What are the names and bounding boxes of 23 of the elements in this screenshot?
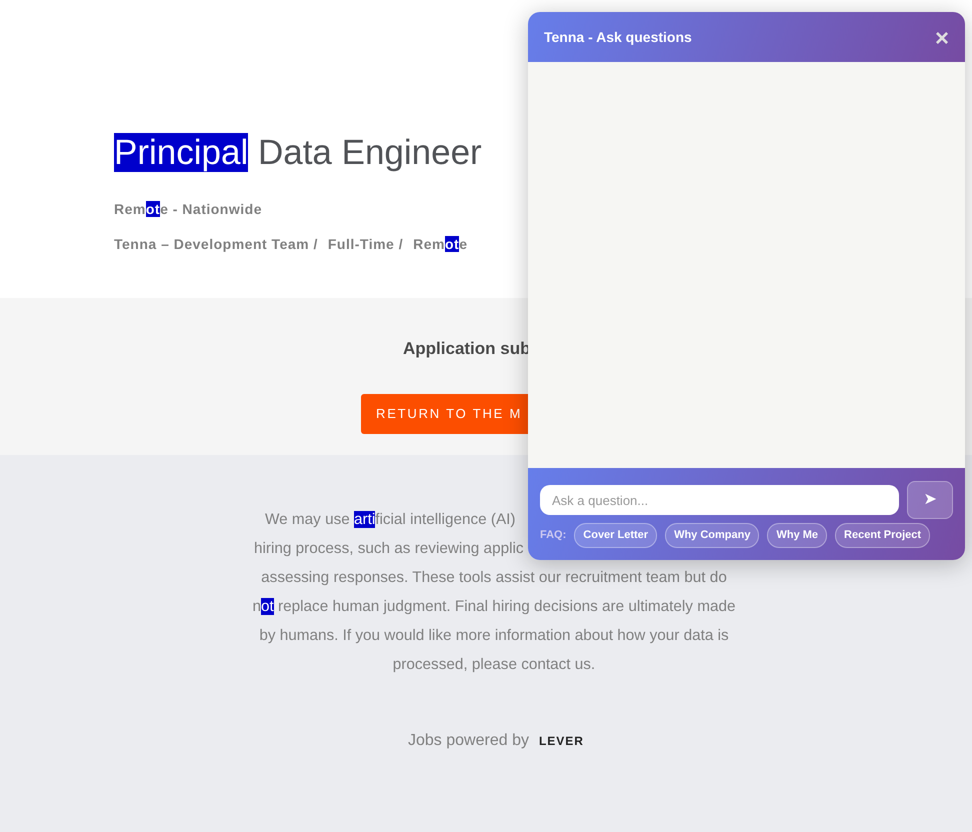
question-input[interactable]: Ask a question...	[540, 485, 900, 515]
faq-chip[interactable]: Why Me	[767, 523, 828, 548]
disclaimer-line: assessing responses. These tools assist our recruitment team but do	[260, 568, 728, 588]
category-text: Full-Time /	[328, 235, 404, 254]
disclaimer-line: by humans. If you would like more information about how your data is	[258, 626, 730, 646]
disclaimer-line: processed, please contact us.	[392, 655, 596, 675]
disclaimer-line: hiring process, such as reviewing applic	[253, 539, 524, 559]
category-text: Remote	[413, 235, 468, 254]
category-text: Tenna – Development Team /	[114, 235, 318, 254]
faq-chip[interactable]: Why Company	[665, 523, 760, 548]
powered-by-text: Jobs powered by	[408, 731, 529, 751]
return-button[interactable]: RETURN TO THE M	[361, 394, 528, 434]
location-text: Remote - Nationwide	[114, 200, 262, 219]
send-button[interactable]: ➤	[907, 481, 953, 519]
faq-chip[interactable]: Cover Letter	[574, 523, 658, 548]
faq-chip[interactable]: Recent Project	[835, 523, 930, 548]
chat-title: Tenna - Ask questions	[544, 28, 692, 47]
faq-label: FAQ:	[540, 528, 566, 543]
close-button[interactable]: ×	[934, 27, 949, 51]
disclaimer-line: We may use artificial intelligence (AI)	[264, 510, 516, 530]
job-title: Principal Data Engineer	[114, 132, 482, 174]
lever-logo[interactable]: LEVER	[538, 732, 584, 750]
disclaimer-line: not replace human judgment. Final hiring decisions are ultimately made	[252, 597, 736, 617]
